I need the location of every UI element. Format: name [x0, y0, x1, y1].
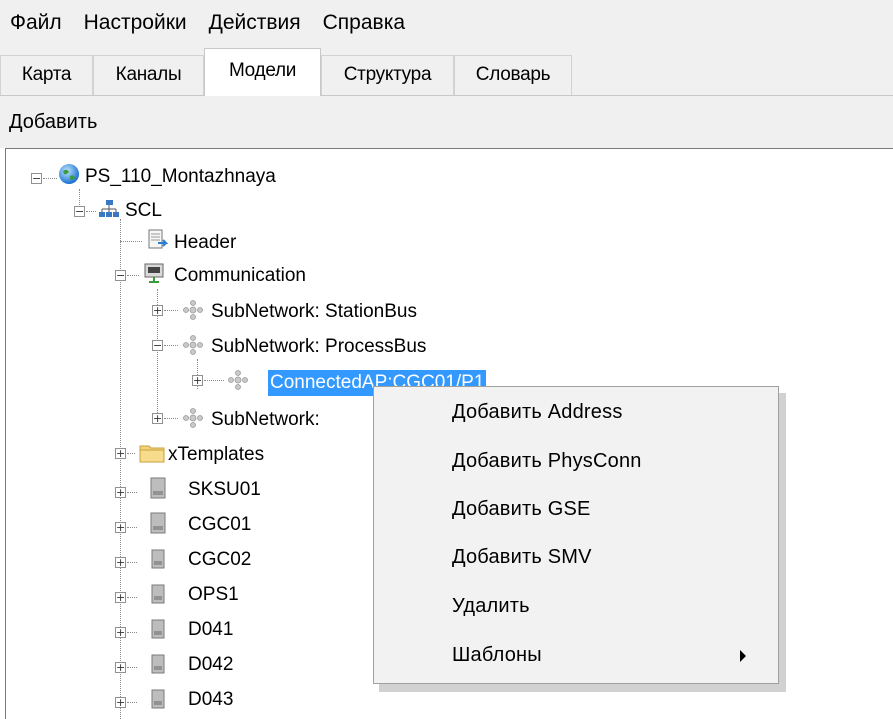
expand-toggle[interactable]: + — [115, 487, 126, 498]
server-icon — [151, 654, 165, 674]
tree-node-ied[interactable]: D043 — [186, 687, 235, 713]
tree-line — [120, 241, 142, 242]
tree-line — [127, 632, 137, 633]
subnetwork-icon — [183, 408, 203, 428]
tree-node-root[interactable]: PS_110_Montazhnaya — [83, 164, 278, 190]
menu-item-templates[interactable]: Шаблоны — [376, 633, 776, 677]
expand-toggle[interactable]: + — [152, 413, 163, 424]
submenu-arrow-icon — [740, 650, 746, 662]
subnetwork-icon — [183, 335, 203, 355]
tab-dictionary[interactable]: Словарь — [454, 55, 572, 95]
expand-toggle[interactable]: + — [115, 697, 126, 708]
tree-line — [86, 211, 96, 212]
tree-node-ied[interactable]: CGC01 — [186, 512, 253, 538]
tree-node-ied[interactable]: CGC02 — [186, 547, 253, 573]
expand-toggle[interactable]: + — [115, 557, 126, 568]
menu-file[interactable]: Файл — [0, 0, 73, 46]
menu-item-label: Добавить Address — [452, 401, 623, 423]
subnetwork-icon — [183, 300, 203, 320]
tree-line — [164, 418, 178, 419]
server-icon — [151, 619, 165, 639]
tree-line — [204, 380, 224, 381]
connected-ap-icon — [228, 370, 248, 390]
expand-toggle[interactable]: + — [115, 592, 126, 603]
collapse-toggle[interactable]: − — [115, 270, 126, 281]
globe-icon — [59, 164, 79, 184]
server-icon — [151, 549, 165, 569]
toolbar: Добавить — [0, 96, 893, 148]
tree-node-subnetwork[interactable]: SubNetwork: ProcessBus — [209, 334, 428, 360]
expand-toggle[interactable]: + — [152, 305, 163, 316]
collapse-toggle[interactable]: − — [74, 206, 85, 217]
server-icon — [150, 477, 166, 499]
expand-toggle[interactable]: + — [115, 627, 126, 638]
tree-line — [127, 492, 137, 493]
expand-toggle[interactable]: + — [115, 448, 126, 459]
tab-channels[interactable]: Каналы — [93, 55, 204, 95]
menu-item-add-address[interactable]: Добавить Address — [376, 390, 776, 434]
network-icon — [99, 200, 119, 217]
collapse-toggle[interactable]: − — [152, 340, 163, 351]
tree-line — [164, 345, 178, 346]
add-button[interactable]: Добавить — [9, 96, 97, 148]
tree-line — [127, 562, 137, 563]
tab-structure[interactable]: Структура — [321, 55, 454, 95]
server-icon — [150, 512, 166, 534]
menu-item-add-gse[interactable]: Добавить GSE — [376, 487, 776, 531]
tab-models[interactable]: Модели — [204, 48, 321, 96]
network-port-icon — [144, 263, 164, 283]
server-icon — [151, 584, 165, 604]
menu-item-delete[interactable]: Удалить — [376, 584, 776, 628]
tree-line — [127, 597, 137, 598]
tree-node-ied[interactable]: SKSU01 — [186, 477, 263, 503]
tree-line — [120, 219, 121, 719]
tree-node-ied[interactable]: OPS1 — [186, 582, 241, 608]
tree-line — [127, 275, 139, 276]
tree-line — [164, 310, 178, 311]
menu-actions[interactable]: Действия — [198, 0, 312, 46]
tree-node-ied[interactable]: D041 — [186, 617, 235, 643]
folder-icon — [139, 445, 165, 463]
tree-node-subnetwork[interactable]: SubNetwork: — [209, 407, 322, 433]
tree-line — [127, 453, 135, 454]
document-icon — [148, 229, 168, 249]
menu-item-label: Удалить — [452, 595, 530, 617]
tree-node-subnetwork[interactable]: SubNetwork: StationBus — [209, 299, 419, 325]
expand-toggle[interactable]: + — [115, 662, 126, 673]
tab-map[interactable]: Карта — [0, 55, 93, 95]
tree-node-ied[interactable]: D042 — [186, 652, 235, 678]
tree-node-scl[interactable]: SCL — [123, 198, 164, 224]
tree-node-communication[interactable]: Communication — [172, 263, 308, 289]
collapse-toggle[interactable]: − — [31, 173, 42, 184]
expand-toggle[interactable]: + — [115, 522, 126, 533]
tree-line — [127, 527, 137, 528]
menu-item-label: Добавить SMV — [452, 546, 592, 568]
menu-item-label: Добавить PhysConn — [452, 450, 642, 472]
menu-item-add-physconn[interactable]: Добавить PhysConn — [376, 439, 776, 483]
menu-item-label: Добавить GSE — [452, 498, 591, 520]
tree-line — [127, 667, 137, 668]
expand-toggle[interactable]: + — [192, 375, 203, 386]
menu-item-label: Шаблоны — [452, 644, 542, 666]
menu-help[interactable]: Справка — [312, 0, 416, 46]
tree-node-xtemplates[interactable]: xTemplates — [166, 442, 266, 468]
tree-line — [43, 178, 57, 179]
menubar: Файл Настройки Действия Справка — [0, 0, 893, 46]
menu-item-add-smv[interactable]: Добавить SMV — [376, 535, 776, 579]
tree-line — [127, 702, 137, 703]
menu-settings[interactable]: Настройки — [73, 0, 198, 46]
server-icon — [151, 689, 165, 709]
tree-node-header[interactable]: Header — [172, 230, 238, 256]
context-menu: Добавить Address Добавить PhysConn Добав… — [373, 386, 779, 684]
